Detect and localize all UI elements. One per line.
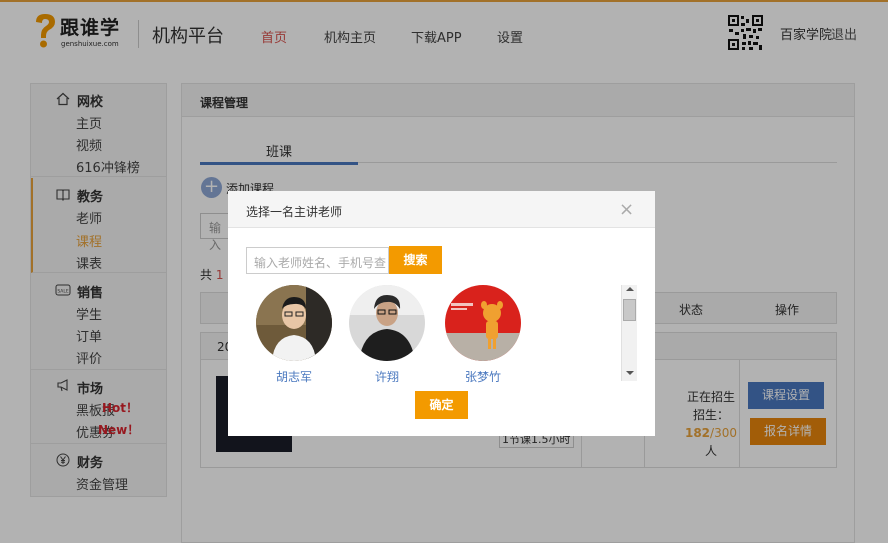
scroll-up-icon[interactable] [626,287,634,291]
confirm-button[interactable]: 确定 [415,391,468,419]
close-icon[interactable]: × [619,199,634,220]
search-button[interactable]: 搜索 [389,246,442,274]
teacher-name[interactable]: 张梦竹 [444,368,522,385]
dialog-title: 选择一名主讲老师 [246,205,343,219]
teacher-list-scrollbar[interactable] [621,285,637,381]
teacher-avatar[interactable] [445,285,521,361]
teacher-card[interactable]: 许翔 [348,285,426,385]
teacher-avatar[interactable] [349,285,425,361]
dialog-header: 选择一名主讲老师 × [228,191,655,228]
teacher-card[interactable]: 张梦竹 [444,285,522,385]
scroll-down-icon[interactable] [626,371,634,375]
teacher-name[interactable]: 胡志军 [255,368,333,385]
teacher-avatar[interactable] [256,285,332,361]
select-teacher-dialog: 选择一名主讲老师 × 输入老师姓名、手机号查 搜索 胡志军 许翔 张梦竹 确定 [228,191,655,436]
scroll-thumb[interactable] [623,299,636,321]
teacher-search-input[interactable]: 输入老师姓名、手机号查 [246,247,389,274]
teacher-name[interactable]: 许翔 [348,368,426,385]
teacher-card[interactable]: 胡志军 [255,285,333,385]
